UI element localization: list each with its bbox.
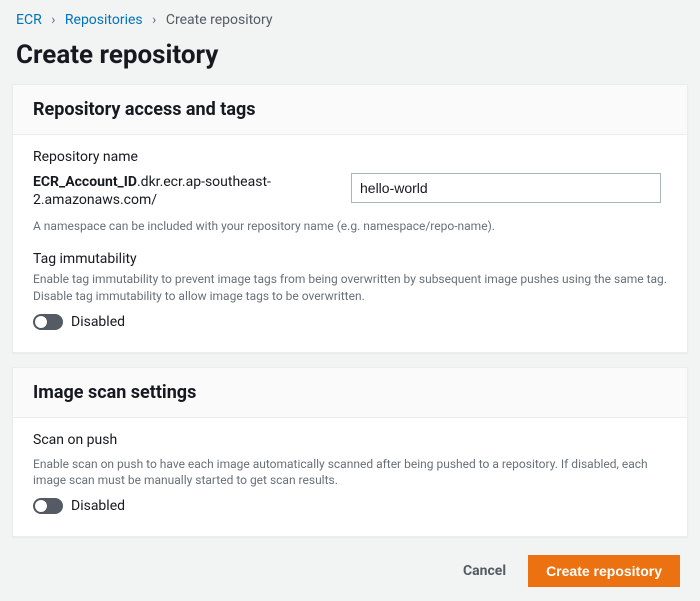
breadcrumb-link-ecr[interactable]: ECR xyxy=(16,12,42,28)
repo-name-label: Repository name xyxy=(33,149,667,165)
form-footer: Cancel Create repository xyxy=(0,551,700,601)
tag-immutability-label: Tag immutability xyxy=(33,251,667,267)
panel-body-image-scan: Scan on push Enable scan on push to have… xyxy=(13,418,687,536)
cancel-button[interactable]: Cancel xyxy=(459,555,510,587)
panel-image-scan: Image scan settings Scan on push Enable … xyxy=(12,367,688,537)
scan-on-push-description: Enable scan on push to have each image a… xyxy=(33,456,667,488)
toggle-switch-icon xyxy=(33,498,63,514)
tag-immutability-toggle[interactable]: Disabled xyxy=(33,314,125,330)
create-repository-button[interactable]: Create repository xyxy=(528,555,680,587)
panel-body-repo-access: Repository name ECR_Account_ID.dkr.ecr.a… xyxy=(13,135,687,352)
scan-on-push-label: Scan on push xyxy=(33,432,667,448)
panel-header-repo-access: Repository access and tags xyxy=(13,85,687,135)
scan-on-push-toggle[interactable]: Disabled xyxy=(33,498,125,514)
panel-repo-access: Repository access and tags Repository na… xyxy=(12,84,688,353)
breadcrumb-current: Create repository xyxy=(166,12,273,28)
registry-uri-text: ECR_Account_ID.dkr.ecr.ap-southeast-2.am… xyxy=(33,173,333,209)
page-title: Create repository xyxy=(0,36,700,84)
breadcrumb-link-repositories[interactable]: Repositories xyxy=(65,12,143,28)
scan-on-push-state: Disabled xyxy=(71,498,125,514)
toggle-switch-icon xyxy=(33,314,63,330)
chevron-right-icon: › xyxy=(51,12,55,28)
account-id-placeholder: ECR_Account_ID xyxy=(33,174,137,190)
namespace-hint: A namespace can be included with your re… xyxy=(33,219,667,233)
breadcrumb: ECR › Repositories › Create repository xyxy=(0,0,700,36)
chevron-right-icon: › xyxy=(152,12,156,28)
tag-immutability-description: Enable tag immutability to prevent image… xyxy=(33,271,667,303)
panel-header-image-scan: Image scan settings xyxy=(13,368,687,418)
repo-name-row: ECR_Account_ID.dkr.ecr.ap-southeast-2.am… xyxy=(33,173,667,209)
tag-immutability-state: Disabled xyxy=(71,314,125,330)
repo-name-input[interactable] xyxy=(351,173,661,203)
